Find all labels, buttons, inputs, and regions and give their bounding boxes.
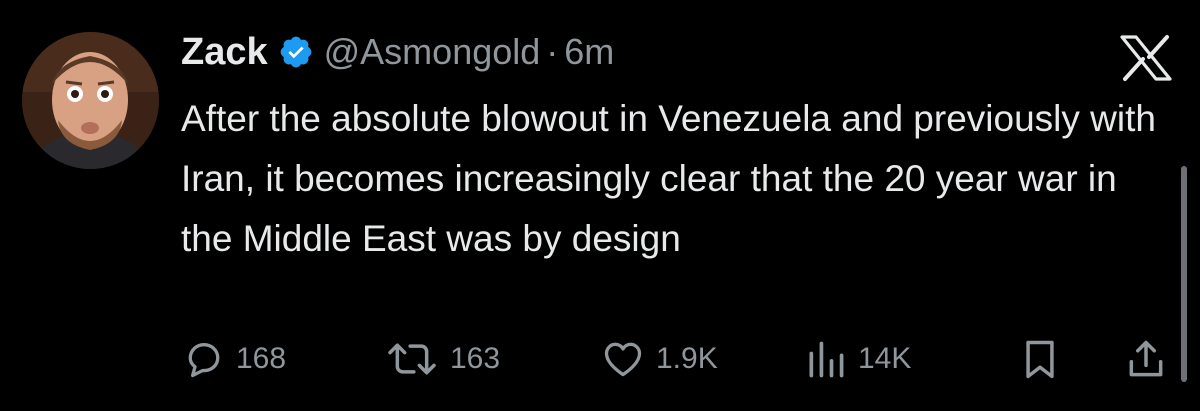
timestamp[interactable]: 6m xyxy=(564,31,614,73)
reply-button[interactable]: 168 xyxy=(182,335,286,383)
avatar-image xyxy=(22,32,159,169)
heart-icon xyxy=(604,342,642,377)
separator-dot: · xyxy=(546,31,559,72)
views-button[interactable]: 14K xyxy=(804,335,911,383)
share-button[interactable] xyxy=(1124,335,1168,383)
like-count: 1.9K xyxy=(656,342,718,375)
views-icon xyxy=(809,341,844,378)
x-logo-icon[interactable] xyxy=(1118,34,1174,82)
bookmark-icon xyxy=(1026,340,1054,379)
tweet-header: Zack @Asmongold · 6m xyxy=(181,26,614,78)
handle[interactable]: @Asmongold xyxy=(324,31,541,73)
repost-icon xyxy=(388,343,436,375)
views-count: 14K xyxy=(858,342,912,375)
bookmark-button[interactable] xyxy=(1018,335,1062,383)
share-icon xyxy=(1129,340,1163,377)
tweet-text: After the absolute blowout in Venezuela … xyxy=(181,98,1156,259)
like-button[interactable]: 1.9K xyxy=(600,335,718,383)
reply-count: 168 xyxy=(236,342,287,375)
avatar[interactable] xyxy=(22,32,159,169)
action-bar: 168 163 1.9K 14K xyxy=(0,335,1200,383)
repost-button[interactable]: 163 xyxy=(384,335,500,383)
display-name[interactable]: Zack xyxy=(181,31,268,74)
repost-count: 163 xyxy=(450,342,501,375)
verified-badge-icon xyxy=(280,36,311,68)
reply-icon xyxy=(188,343,220,378)
